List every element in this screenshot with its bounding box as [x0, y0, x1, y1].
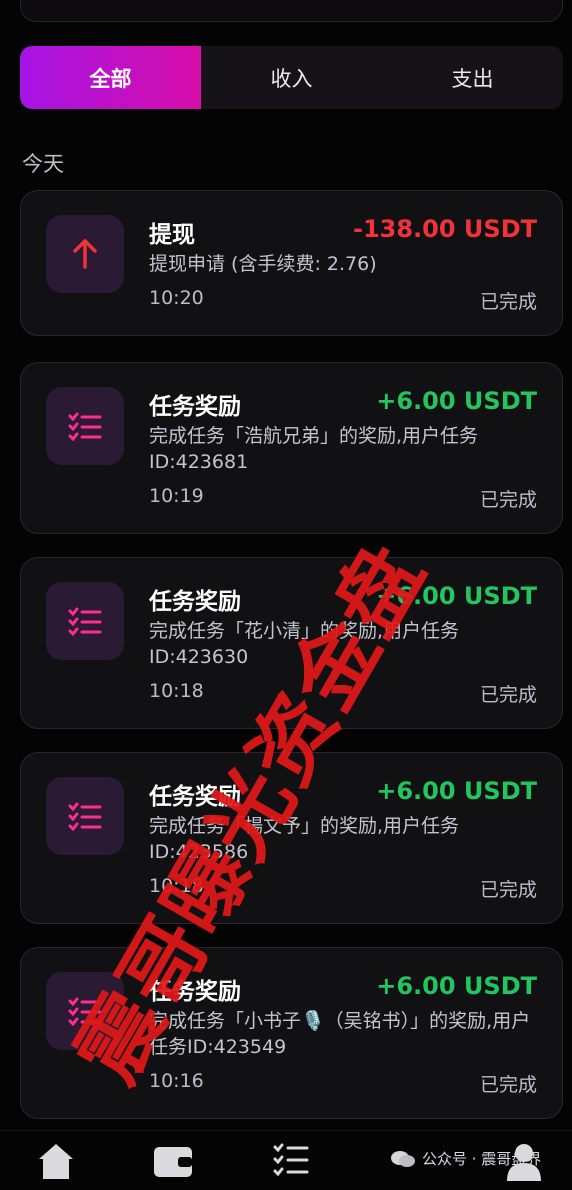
transaction-description: 完成任务「浩航兄弟」的奖励,用户任务ID:423681 — [149, 425, 479, 473]
transaction-card[interactable]: 任务奖励 +6.00 USDT 完成任务「浩航兄弟」的奖励,用户任务ID:423… — [20, 362, 563, 534]
transaction-time: 10:20 — [149, 287, 204, 309]
transaction-amount: -138.00 USDT — [353, 215, 537, 243]
transaction-description: 完成任务「小书子🎙️（吴铭书）」的奖励,用户任务ID:423549 — [149, 1010, 531, 1058]
transaction-card[interactable]: 任务奖励 +6.00 USDT 完成任务「楊文予」的奖励,用户任务ID:4235… — [20, 752, 563, 924]
transaction-time: 10:16 — [149, 1070, 204, 1092]
task-list-icon — [46, 582, 124, 660]
transaction-time: 10:19 — [149, 485, 204, 507]
transaction-time: 10:18 — [149, 680, 204, 702]
tab-all[interactable]: 全部 — [20, 46, 201, 109]
transaction-status: 已完成 — [479, 684, 537, 706]
transaction-status: 已完成 — [479, 1074, 537, 1096]
task-list-icon[interactable] — [272, 1141, 316, 1185]
transaction-title: 提现 — [149, 222, 195, 248]
transaction-title: 任务奖励 — [149, 394, 241, 420]
task-list-icon — [46, 972, 124, 1050]
transaction-description: 提现申请 (含手续费: 2.76) — [149, 253, 377, 275]
previous-card-edge — [20, 0, 563, 22]
tab-income[interactable]: 收入 — [201, 46, 382, 109]
transaction-status: 已完成 — [479, 489, 537, 511]
credit-text: 公众号 · 震哥盘界 — [422, 1150, 542, 1168]
section-title-today: 今天 — [22, 152, 64, 176]
wechat-icon — [391, 1150, 415, 1167]
task-list-icon — [46, 777, 124, 855]
transaction-title: 任务奖励 — [149, 784, 241, 810]
transaction-amount: +6.00 USDT — [376, 972, 537, 1000]
transaction-title: 任务奖励 — [149, 589, 241, 615]
transaction-title: 任务奖励 — [149, 979, 241, 1005]
task-list-icon — [46, 387, 124, 465]
transaction-card[interactable]: 提现 -138.00 USDT 提现申请 (含手续费: 2.76) 10:20 … — [20, 190, 563, 336]
arrow-up-icon — [46, 215, 124, 293]
tab-expense[interactable]: 支出 — [382, 46, 563, 109]
transaction-description: 完成任务「楊文予」的奖励,用户任务ID:423586 — [149, 815, 460, 863]
transaction-card[interactable]: 任务奖励 +6.00 USDT 完成任务「花小清」的奖励,用户任务ID:4236… — [20, 557, 563, 729]
transaction-status: 已完成 — [479, 879, 537, 901]
transaction-status: 已完成 — [479, 291, 537, 313]
home-icon[interactable] — [36, 1141, 80, 1185]
wechat-credit: 公众号 · 震哥盘界 — [390, 1148, 541, 1169]
transaction-card[interactable]: 任务奖励 +6.00 USDT 完成任务「小书子🎙️（吴铭书）」的奖励,用户任务… — [20, 947, 563, 1119]
transaction-amount: +6.00 USDT — [376, 387, 537, 415]
filter-tabs: 全部 收入 支出 — [20, 46, 563, 109]
transaction-amount: +6.00 USDT — [376, 582, 537, 610]
transaction-description: 完成任务「花小清」的奖励,用户任务ID:423630 — [149, 620, 460, 668]
transaction-time: 10:18 — [149, 875, 204, 897]
wallet-icon[interactable] — [152, 1141, 196, 1185]
transaction-amount: +6.00 USDT — [376, 777, 537, 805]
